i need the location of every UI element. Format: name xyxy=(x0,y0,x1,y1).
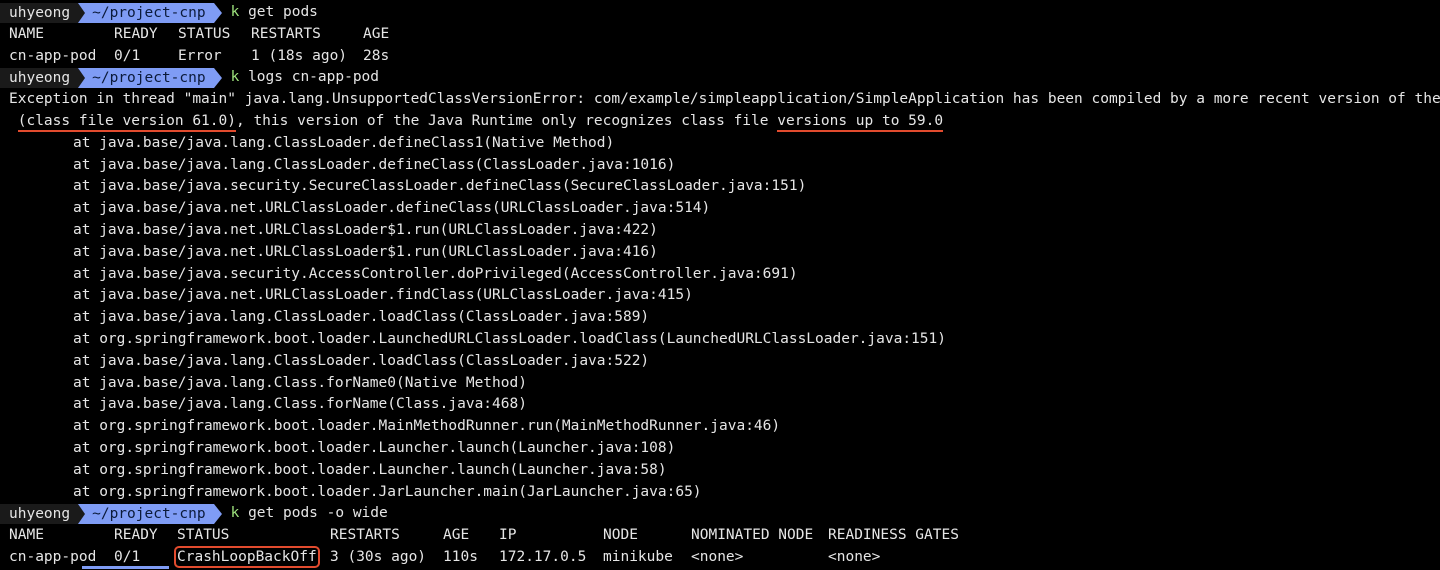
prompt-user: uhyeong xyxy=(0,68,79,89)
cell-node: minikube xyxy=(603,548,673,565)
cell-status: CrashLoopBackOff xyxy=(174,545,330,569)
stack-frame: at java.base/java.lang.ClassLoader.loadC… xyxy=(73,309,650,326)
prompt-directory: ~/project-cnp xyxy=(78,2,214,23)
header-name: NAME xyxy=(9,25,44,42)
stack-frame: at java.base/java.lang.ClassLoader.defin… xyxy=(73,156,676,173)
stack-frame: at java.base/java.lang.Class.forName(Cla… xyxy=(73,396,527,413)
prompt-arrow-icon xyxy=(213,68,222,89)
cell-nominated-node: <none> xyxy=(691,548,744,565)
header-ip: IP xyxy=(499,527,517,544)
exception-line-2: (class file version 61.0), this version … xyxy=(0,111,1440,133)
command-text-2: logs cn-app-pod xyxy=(239,69,380,86)
command-k: k xyxy=(230,505,240,522)
stack-frame: at java.base/java.net.URLClassLoader$1.r… xyxy=(73,243,658,260)
exception-line-2-mid: , this version of the Java Runtime only … xyxy=(235,112,778,129)
stack-frame: at java.base/java.security.AccessControl… xyxy=(73,265,798,282)
stack-frame: at java.base/java.net.URLClassLoader.fin… xyxy=(73,287,693,304)
prompt-line-2: uhyeong ~/project-cnp k logs cn-app-pod xyxy=(0,67,1440,89)
header-age: AGE xyxy=(363,25,390,42)
command-k: k xyxy=(230,69,240,86)
pods-table-2-header: NAME READY STATUS RESTARTS AGE IP NODE NOMINATE… xyxy=(0,525,1440,547)
cell-name: cn-app-pod xyxy=(9,47,97,64)
command-k: k xyxy=(230,4,240,20)
stack-frame: at java.base/java.lang.ClassLoader.defin… xyxy=(73,134,615,151)
stack-frame: at java.base/java.net.URLClassLoader.def… xyxy=(73,200,711,217)
stack-frame: at org.springframework.boot.loader.Launc… xyxy=(73,461,667,478)
highlight-crashloopbackoff: CrashLoopBackOff xyxy=(174,545,320,568)
prompt-arrow-icon xyxy=(213,504,222,525)
prompt-directory: ~/project-cnp xyxy=(78,504,214,525)
command-text-3: get pods -o wide xyxy=(239,505,388,522)
stack-frame: at java.base/java.security.SecureClassLo… xyxy=(73,178,807,195)
prompt-line-1: uhyeong ~/project-cnp k get pods xyxy=(0,2,1440,24)
prompt-directory: ~/project-cnp xyxy=(78,68,214,89)
cell-age: 28s xyxy=(363,47,390,64)
pods-table-2-row: cn-app-pod 0/1 CrashLoopBackOff 3 (30s ago)… xyxy=(0,545,1440,569)
terminal-window[interactable]: uhyeong ~/project-cnp k get pods NAME READY… xyxy=(0,0,1440,570)
header-status: STATUS xyxy=(177,527,230,544)
exception-line-2-pre xyxy=(9,113,18,129)
highlight-class-file-version: (class file version 61.0) xyxy=(17,112,236,132)
stack-frame: at org.springframework.boot.loader.JarLa… xyxy=(73,483,702,500)
header-name: NAME xyxy=(9,527,44,544)
stack-frame: at java.base/java.net.URLClassLoader$1.r… xyxy=(73,221,658,238)
cell-ip: 172.17.0.5 xyxy=(499,548,587,565)
cell-restarts: 3 (30s ago) xyxy=(330,548,427,565)
stack-frame: at org.springframework.boot.loader.Launc… xyxy=(73,439,676,456)
cell-status: Error xyxy=(178,47,222,64)
stack-frame: at org.springframework.boot.loader.MainM… xyxy=(73,418,781,435)
stack-frame: at java.base/java.lang.ClassLoader.loadC… xyxy=(73,352,650,369)
header-status: STATUS xyxy=(178,25,231,42)
highlight-versions-up-to: versions up to 59.0 xyxy=(777,112,944,132)
cell-age: 110s xyxy=(443,548,478,565)
stack-trace: at java.base/java.lang.ClassLoader.defin… xyxy=(0,133,1440,504)
pods-table-1-row: cn-app-pod 0/1 Error 1 (18s ago) 28s xyxy=(0,46,1440,68)
header-node: NODE xyxy=(603,527,638,544)
stack-frame: at org.springframework.boot.loader.Launc… xyxy=(73,330,946,347)
prompt-arrow-icon xyxy=(213,2,222,23)
header-restarts: RESTARTS xyxy=(251,25,321,42)
cell-readiness-gates: <none> xyxy=(828,548,881,565)
command-text-1: get pods xyxy=(239,4,318,20)
pods-table-1-header: NAME READY STATUS RESTARTS AGE xyxy=(0,24,1440,46)
prompt-user: uhyeong xyxy=(0,504,79,525)
prompt-user: uhyeong xyxy=(0,2,79,23)
cursor-indicator xyxy=(82,565,169,569)
exception-line-1: Exception in thread "main" java.lang.Uns… xyxy=(9,91,1440,108)
header-ready: READY xyxy=(114,25,158,42)
header-age: AGE xyxy=(443,527,470,544)
header-restarts: RESTARTS xyxy=(330,527,400,544)
stack-frame: at java.base/java.lang.Class.forName0(Na… xyxy=(73,374,527,391)
header-readiness-gates: READINESS GATES xyxy=(828,527,959,544)
cell-ready: 0/1 xyxy=(114,47,141,64)
prompt-line-3: uhyeong ~/project-cnp k get pods -o wide xyxy=(0,503,1440,525)
header-nominated-node: NOMINATED NODE xyxy=(691,527,814,544)
cell-restarts: 1 (18s ago) xyxy=(251,47,348,64)
header-ready: READY xyxy=(114,527,158,544)
